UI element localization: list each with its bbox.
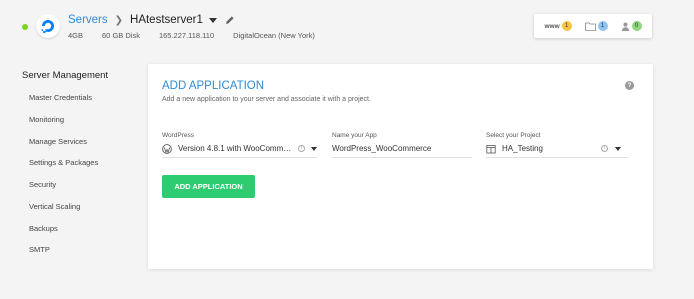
projects-counter[interactable]: 1 bbox=[584, 21, 608, 31]
project-label: Select your Project bbox=[486, 132, 541, 139]
sidebar-item-master-credentials[interactable]: Master Credentials bbox=[29, 93, 92, 102]
sidebar-title: Server Management bbox=[22, 70, 109, 81]
sidebar-item-smtp[interactable]: SMTP bbox=[29, 245, 50, 254]
chevron-down-icon bbox=[615, 146, 621, 151]
team-count-badge: 0 bbox=[631, 21, 642, 31]
applications-count-badge: 1 bbox=[561, 21, 572, 31]
help-icon[interactable]: ? bbox=[625, 81, 634, 90]
server-ram: 4GB bbox=[68, 31, 84, 40]
breadcrumb-servers-link[interactable]: Servers bbox=[68, 14, 108, 26]
app-type-value: Version 4.8.1 with WooCommerce bbox=[178, 144, 293, 153]
wordpress-icon bbox=[162, 143, 172, 154]
user-icon bbox=[621, 22, 629, 31]
app-type-select[interactable]: Version 4.8.1 with WooCommerce i bbox=[162, 140, 317, 158]
server-disk: 60 GB Disk bbox=[102, 31, 140, 40]
project-value: HA_Testing bbox=[502, 144, 543, 153]
folder-icon bbox=[584, 22, 596, 31]
chevron-down-icon bbox=[311, 146, 317, 151]
app-type-label: WordPress bbox=[162, 132, 195, 139]
server-name: HAtestserver1 bbox=[130, 14, 203, 26]
server-switcher-dropdown[interactable] bbox=[208, 17, 217, 23]
page-subtitle: Add a new application to your server and… bbox=[162, 96, 371, 103]
server-status-indicator bbox=[22, 24, 28, 30]
pencil-icon[interactable] bbox=[225, 15, 235, 25]
app-name-input[interactable]: WordPress_WooCommerce bbox=[332, 140, 472, 158]
sidebar-item-monitoring[interactable]: Monitoring bbox=[29, 115, 64, 124]
chevron-right-icon: ❯ bbox=[114, 14, 124, 26]
www-label: www bbox=[544, 22, 560, 30]
project-folder-icon bbox=[486, 144, 496, 153]
info-icon[interactable]: i bbox=[298, 145, 305, 152]
digitalocean-logo bbox=[36, 14, 60, 38]
project-select[interactable]: HA_Testing i bbox=[486, 140, 628, 158]
app-name-value: WordPress_WooCommerce bbox=[332, 144, 432, 153]
info-icon[interactable]: i bbox=[601, 145, 608, 152]
team-counter[interactable]: 0 bbox=[621, 21, 642, 31]
applications-counter[interactable]: www 1 bbox=[544, 21, 572, 31]
add-application-card: ADD APPLICATION Add a new application to… bbox=[148, 64, 653, 269]
sidebar-item-security[interactable]: Security bbox=[29, 180, 56, 189]
breadcrumb: Servers ❯ HAtestserver1 bbox=[68, 14, 235, 26]
page-title: ADD APPLICATION bbox=[162, 80, 265, 92]
sidebar-item-manage-services[interactable]: Manage Services bbox=[29, 137, 87, 146]
app-name-label: Name your App bbox=[332, 132, 377, 139]
server-ip: 165.227.118.110 bbox=[158, 31, 215, 40]
server-header: Servers ❯ HAtestserver1 4GB 60 GB Disk 1… bbox=[0, 0, 694, 52]
sidebar-item-vertical-scaling[interactable]: Vertical Scaling bbox=[29, 202, 80, 211]
server-meta: 4GB 60 GB Disk 165.227.118.110 DigitalOc… bbox=[68, 31, 334, 40]
sidebar-item-backups[interactable]: Backups bbox=[29, 224, 58, 233]
sidebar-item-settings-packages[interactable]: Settings & Packages bbox=[29, 158, 98, 167]
add-application-button[interactable]: ADD APPLICATION bbox=[162, 175, 255, 198]
server-counters: www 1 1 0 bbox=[534, 14, 652, 38]
server-provider: DigitalOcean (New York) bbox=[233, 31, 315, 40]
projects-count-badge: 1 bbox=[597, 21, 608, 31]
